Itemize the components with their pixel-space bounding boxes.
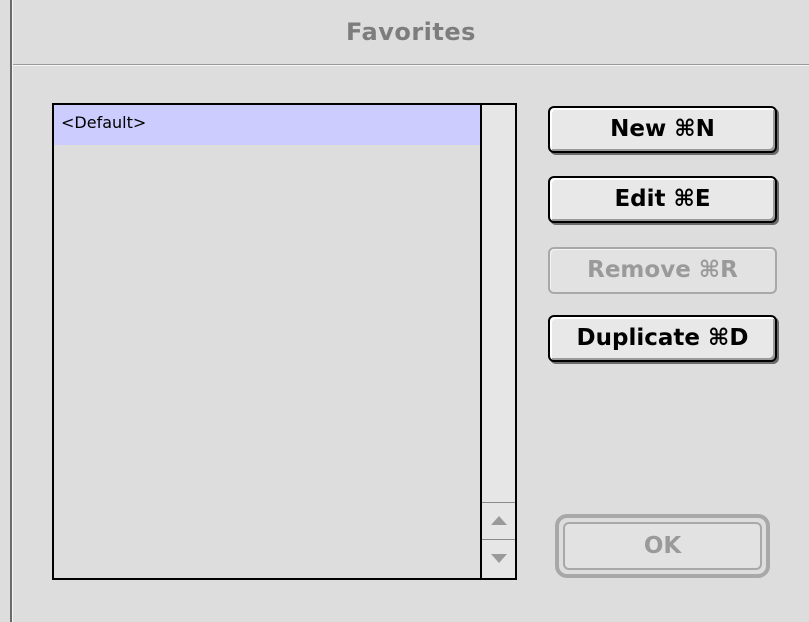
favorites-list[interactable]: <Default> xyxy=(52,103,517,580)
edit-button[interactable]: Edit ⌘E xyxy=(548,176,777,223)
remove-button: Remove ⌘R xyxy=(548,247,777,294)
duplicate-button[interactable]: Duplicate ⌘D xyxy=(548,315,777,362)
title-bar-divider xyxy=(13,65,809,66)
vertical-scrollbar[interactable] xyxy=(480,105,515,578)
favorites-dialog: Favorites <Default> New ⌘N Edit ⌘E Remov… xyxy=(0,0,809,622)
favorites-list-content[interactable]: <Default> xyxy=(54,105,480,578)
list-item-default[interactable]: <Default> xyxy=(54,105,480,145)
scroll-up-button[interactable] xyxy=(482,502,515,539)
scroll-down-button[interactable] xyxy=(482,539,515,578)
window-title: Favorites xyxy=(346,18,476,46)
ok-button: OK xyxy=(563,522,762,570)
arrow-down-icon xyxy=(491,554,507,563)
new-button[interactable]: New ⌘N xyxy=(548,106,777,153)
title-bar[interactable]: Favorites xyxy=(13,0,809,66)
window-left-border-highlight xyxy=(12,0,13,622)
arrow-up-icon xyxy=(491,516,507,525)
ok-default-ring: OK xyxy=(555,514,770,578)
